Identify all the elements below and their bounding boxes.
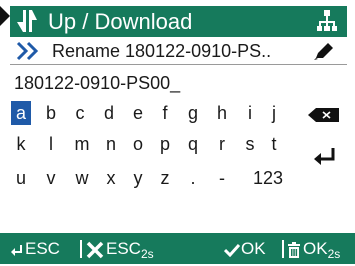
backspace-icon[interactable] bbox=[308, 107, 340, 123]
key-k[interactable]: k bbox=[11, 132, 31, 156]
trash-icon bbox=[288, 241, 300, 258]
network-tree-icon bbox=[317, 10, 337, 31]
key-period[interactable]: . bbox=[183, 166, 203, 190]
key-j[interactable]: j bbox=[264, 101, 284, 125]
key-a[interactable]: a bbox=[11, 101, 31, 125]
transfer-arrows-icon bbox=[17, 10, 37, 32]
key-h[interactable]: h bbox=[212, 101, 232, 125]
ok-long-label: OK bbox=[303, 239, 328, 258]
key-t[interactable]: t bbox=[264, 132, 284, 156]
key-e[interactable]: e bbox=[128, 101, 148, 125]
esc-long-duration: 2s bbox=[140, 247, 154, 261]
softkey-bar: ESC ESC2s OK OK2s bbox=[0, 233, 355, 264]
check-icon bbox=[223, 243, 241, 257]
key-z[interactable]: z bbox=[155, 166, 175, 190]
key-numeric-mode[interactable]: 123 bbox=[245, 166, 291, 190]
ok-long-softkey[interactable]: OK2s bbox=[287, 233, 340, 264]
divider bbox=[80, 240, 82, 258]
rename-label: Rename 180122-0910-PS.. bbox=[52, 41, 272, 61]
esc-label: ESC bbox=[25, 239, 60, 258]
ok-label: OK bbox=[241, 239, 266, 258]
ok-long-duration: 2s bbox=[327, 247, 341, 261]
title-bar: Up / Download bbox=[10, 6, 347, 37]
key-hyphen[interactable]: - bbox=[212, 166, 232, 190]
key-f[interactable]: f bbox=[155, 101, 175, 125]
corner-arrow-icon bbox=[0, 6, 10, 26]
key-w[interactable]: w bbox=[70, 166, 94, 190]
key-p[interactable]: p bbox=[155, 132, 175, 156]
key-u[interactable]: u bbox=[11, 166, 31, 190]
key-o[interactable]: o bbox=[128, 132, 148, 156]
cross-icon bbox=[86, 241, 104, 258]
key-c[interactable]: c bbox=[70, 101, 90, 125]
key-n[interactable]: n bbox=[101, 132, 121, 156]
key-v[interactable]: v bbox=[41, 166, 61, 190]
pencil-icon[interactable] bbox=[313, 41, 335, 61]
divider bbox=[282, 240, 284, 258]
esc-long-softkey[interactable]: ESC2s bbox=[86, 233, 154, 264]
key-q[interactable]: q bbox=[183, 132, 203, 156]
page-title: Up / Download bbox=[48, 9, 193, 34]
rename-row[interactable]: Rename 180122-0910-PS.. bbox=[10, 38, 347, 65]
device-screen: Up / Download Rename 180122-0910-PS.. 18… bbox=[0, 0, 355, 264]
key-s[interactable]: s bbox=[240, 132, 260, 156]
double-chevron-icon bbox=[16, 41, 39, 61]
key-y[interactable]: y bbox=[128, 166, 148, 190]
key-d[interactable]: d bbox=[99, 101, 119, 125]
return-icon bbox=[11, 244, 22, 256]
esc-long-label: ESC bbox=[106, 239, 141, 258]
key-i[interactable]: i bbox=[240, 101, 260, 125]
enter-icon[interactable] bbox=[313, 146, 337, 168]
key-g[interactable]: g bbox=[183, 101, 203, 125]
key-l[interactable]: l bbox=[41, 132, 61, 156]
key-r[interactable]: r bbox=[212, 132, 232, 156]
ok-softkey[interactable]: OK bbox=[223, 233, 266, 264]
key-b[interactable]: b bbox=[41, 101, 61, 125]
esc-softkey[interactable]: ESC bbox=[11, 233, 60, 264]
key-x[interactable]: x bbox=[101, 166, 121, 190]
key-m[interactable]: m bbox=[70, 132, 94, 156]
filename-field[interactable]: 180122-0910-PS00_ bbox=[14, 71, 180, 95]
